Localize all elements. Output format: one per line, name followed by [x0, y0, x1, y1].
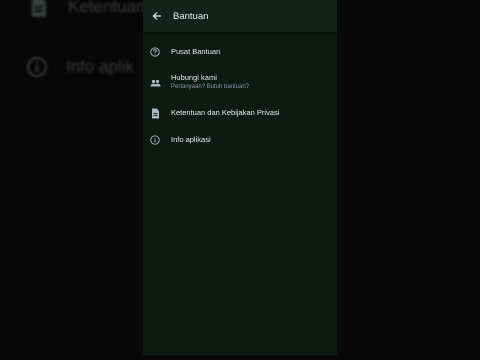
menu-item-label: Info aplikasi [171, 135, 211, 144]
menu-item-label: Pusat Bantuan [171, 47, 221, 56]
info-icon [26, 56, 48, 78]
background-terms-text: Ketentuan [68, 0, 146, 16]
menu-item-contact-us[interactable]: Hubungi kami Pertanyaan? Butuh bantuan? [143, 67, 337, 98]
menu-item-app-info[interactable]: Info aplikasi [143, 128, 337, 152]
video-frame: Ketentuan Info aplik Bantuan Pusat Bantu… [0, 0, 480, 360]
menu-item-terms-privacy[interactable]: Ketentuan dan Kebijakan Privasi [143, 101, 337, 125]
phone-screen: Bantuan Pusat Bantuan Hubungi kami Perta… [143, 0, 337, 355]
back-button[interactable] [147, 6, 167, 26]
background-row-info: Info aplik [26, 56, 134, 78]
document-icon [149, 107, 161, 119]
menu-item-subtitle: Pertanyaan? Butuh bantuan? [171, 84, 250, 90]
page-title: Bantuan [173, 10, 209, 22]
background-info-text: Info aplik [66, 57, 135, 76]
help-circle-icon [149, 46, 161, 58]
info-icon [149, 134, 161, 146]
menu-item-label: Ketentuan dan Kebijakan Privasi [171, 108, 280, 117]
document-icon [28, 0, 50, 18]
menu-item-help-center[interactable]: Pusat Bantuan [143, 40, 337, 64]
arrow-back-icon [152, 12, 161, 20]
app-bar: Bantuan [143, 0, 337, 32]
people-icon [149, 77, 161, 89]
help-menu-list: Pusat Bantuan Hubungi kami Pertanyaan? B… [143, 32, 337, 152]
background-row-terms: Ketentuan [28, 0, 146, 18]
menu-item-label: Hubungi kami [171, 73, 217, 82]
